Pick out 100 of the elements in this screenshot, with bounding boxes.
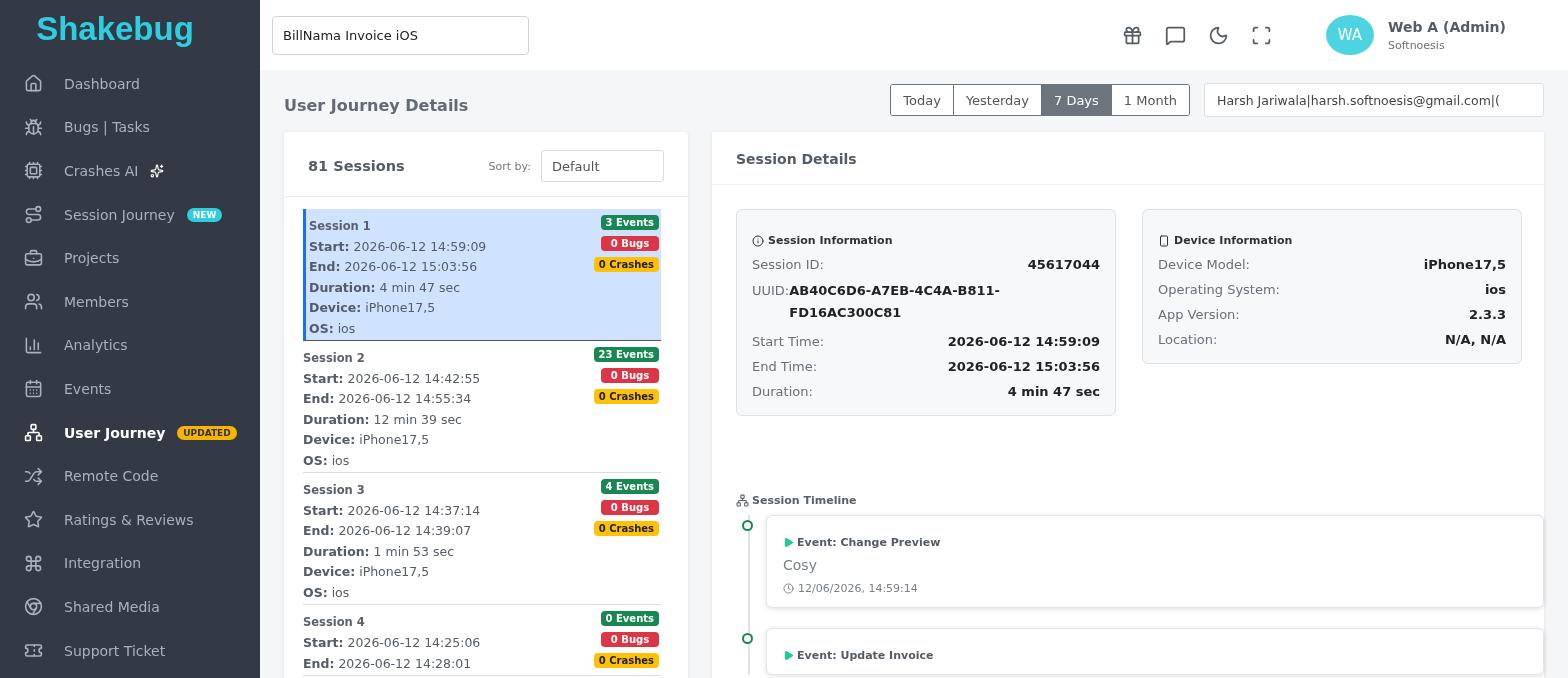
- session-field: OS: ios: [303, 582, 481, 604]
- info-value: N/A, N/A: [1444, 332, 1506, 347]
- info-value: 45617044: [1027, 257, 1100, 272]
- sidebar-item-label: User Journey: [64, 424, 166, 441]
- range-tab[interactable]: Today: [891, 85, 953, 115]
- route-icon: [24, 205, 43, 225]
- session-title: Session 1: [309, 219, 372, 233]
- timeline-title: Session Timeline: [752, 494, 857, 507]
- count-badge: 23 Events: [593, 347, 659, 363]
- card-title: Session Information: [768, 234, 893, 247]
- sidebar-item-label: Shared Media: [64, 598, 160, 615]
- fullscreen-icon[interactable]: [1250, 24, 1272, 46]
- sidebar-item-label: Support Ticket: [64, 642, 166, 659]
- session-item[interactable]: Session 3 Start: 2026-06-12 14:37:14 End: 2026-06-12 14:39:07 Duration: 1 min 53 sec Device: iPhone17,5 OS: ios 4 Events 0 Bugs 0 Crashes: [303, 473, 661, 606]
- info-label: Session ID:: [752, 257, 824, 272]
- info-label: App Version:: [1158, 307, 1240, 322]
- session-title: Session 4: [303, 615, 366, 630]
- session-field: Start: 2026-06-12 14:42:55: [303, 369, 481, 390]
- gift-icon[interactable]: [1121, 24, 1143, 46]
- sidebar-item[interactable]: Shared Media: [0, 585, 260, 629]
- command-icon: [24, 553, 43, 573]
- session-field: OS: ios: [303, 450, 481, 472]
- event-title: Event: Change Preview: [797, 536, 941, 549]
- event-detail: Cosy: [783, 557, 818, 573]
- info-value: 2026-06-12 15:03:56: [947, 359, 1100, 374]
- range-tab[interactable]: 7 Days: [1041, 85, 1111, 115]
- timeline-icon: [736, 494, 749, 507]
- sidebar-item[interactable]: Support Ticket: [0, 628, 260, 673]
- sort-select[interactable]: Default: [541, 150, 664, 182]
- calendar-icon: [24, 379, 43, 399]
- project-field[interactable]: BillNama Invoice iOS: [272, 15, 529, 55]
- count-badge: 0 Bugs: [601, 500, 659, 516]
- session-item[interactable]: Session 1 Start: 2026-06-12 14:59:09 End: 2026-06-12 15:03:56 Duration: 4 min 47 sec Device: iPhone17,5 OS: ios 3 Events 0 Bugs 0 Crashes: [303, 209, 661, 342]
- sidebar-item[interactable]: Events: [0, 367, 260, 411]
- range-tab[interactable]: Yesterday: [952, 85, 1041, 115]
- count-badge: 0 Events: [600, 611, 659, 627]
- sidebar-item[interactable]: Ratings & Reviews: [0, 497, 260, 542]
- moon-icon[interactable]: [1207, 24, 1229, 46]
- session-field: End: 2026-06-12 15:03:56: [309, 257, 487, 278]
- sidebar-item-label: Ratings & Reviews: [64, 511, 194, 528]
- sidebar-item[interactable]: Integration: [0, 541, 260, 586]
- count-badge: 4 Events: [600, 479, 659, 495]
- sidebar-item[interactable]: Members: [0, 279, 260, 324]
- session-field: Start: 2026-06-12 14:37:14: [303, 501, 481, 522]
- session-title: Session 2: [303, 351, 366, 366]
- info-icon: [752, 234, 764, 247]
- sidebar-item-label: Dashboard: [64, 75, 140, 92]
- star-icon: [24, 510, 43, 530]
- info-label: Operating System:: [1158, 282, 1280, 297]
- info-value: 2.3.3: [1469, 307, 1506, 322]
- sidebar-item-label: Projects: [64, 250, 120, 267]
- sidebar-item[interactable]: User Journey UPDATED: [0, 410, 260, 455]
- sidebar-item[interactable]: Dashboard: [0, 62, 260, 106]
- info-value: 2026-06-12 14:59:09: [947, 334, 1100, 349]
- sidebar-item[interactable]: Projects: [0, 236, 260, 280]
- sidebar-item-label: Remote Code: [64, 468, 159, 485]
- sidebar-item[interactable]: Analytics: [0, 323, 260, 368]
- info-label: Start Time:: [752, 334, 825, 349]
- info-value: iPhone17,5: [1423, 257, 1506, 272]
- count-badge: 0 Crashes: [593, 653, 659, 669]
- session-field: Device: iPhone17,5: [303, 430, 481, 451]
- sidebar-item[interactable]: Remote Code: [0, 454, 260, 498]
- info-label: End Time:: [752, 359, 818, 374]
- bug-icon: [24, 117, 43, 137]
- session-field: OS: ios: [309, 318, 487, 340]
- session-field: Start: 2026-06-12 14:25:06: [303, 633, 481, 654]
- session-item[interactable]: Session 4 Start: 2026-06-12 14:25:06 End: 2026-06-12 14:28:01 0 Events 0 Bugs 0 Crashes: [303, 605, 661, 676]
- count-badge: 3 Events: [600, 215, 659, 230]
- people-icon: [24, 292, 43, 312]
- play-icon: [783, 650, 794, 661]
- sidebar-item-label: Crashes AI: [64, 163, 139, 179]
- sidebar-item[interactable]: Session Journey NEW: [0, 192, 260, 237]
- info-label: Duration:: [752, 384, 813, 399]
- page-title: User Journey Details: [284, 95, 469, 115]
- session-field: End: 2026-06-12 14:39:07: [303, 521, 481, 542]
- session-field: Duration: 1 min 53 sec: [303, 541, 481, 563]
- user-company: Softnoesis: [1387, 38, 1446, 52]
- count-badge: 0 Bugs: [601, 632, 659, 648]
- sidebar-item-label: Session Journey: [64, 206, 175, 223]
- sidebar-item-label: Events: [64, 380, 112, 397]
- info-label: Device Model:: [1158, 257, 1250, 272]
- count-badge: 0 Bugs: [601, 368, 659, 384]
- card-title: Device Information: [1174, 234, 1293, 247]
- session-item[interactable]: Session 2 Start: 2026-06-12 14:42:55 End: 2026-06-12 14:55:34 Duration: 12 min 39 sec Device: iPhone17,5 OS: ios 23 Events 0 Bugs 0 Crashes: [303, 341, 661, 474]
- timeline-dot: [742, 633, 753, 644]
- play-icon: [783, 537, 794, 548]
- user-filter-field[interactable]: Harsh Jariwala|harsh.softnoesis@gmail.com|(: [1204, 83, 1544, 117]
- panel-title: Session Details: [712, 132, 1544, 185]
- sidebar-item-label: Analytics: [64, 337, 128, 354]
- sidebar-item-label: Bugs | Tasks: [64, 119, 150, 136]
- bar-chart-icon: [24, 335, 43, 355]
- sidebar-item[interactable]: Bugs | Tasks: [0, 105, 260, 150]
- count-badge: 0 Crashes: [593, 257, 659, 272]
- sidebar-item[interactable]: Crashes AI: [0, 149, 260, 193]
- phone-icon: [1158, 234, 1170, 247]
- sidebar-item-label: Members: [64, 293, 129, 310]
- briefcase-icon: [24, 248, 43, 268]
- session-field: End: 2026-06-12 14:55:34: [303, 389, 481, 410]
- status-badge: NEW: [186, 207, 223, 222]
- range-tab[interactable]: 1 Month: [1110, 85, 1189, 115]
